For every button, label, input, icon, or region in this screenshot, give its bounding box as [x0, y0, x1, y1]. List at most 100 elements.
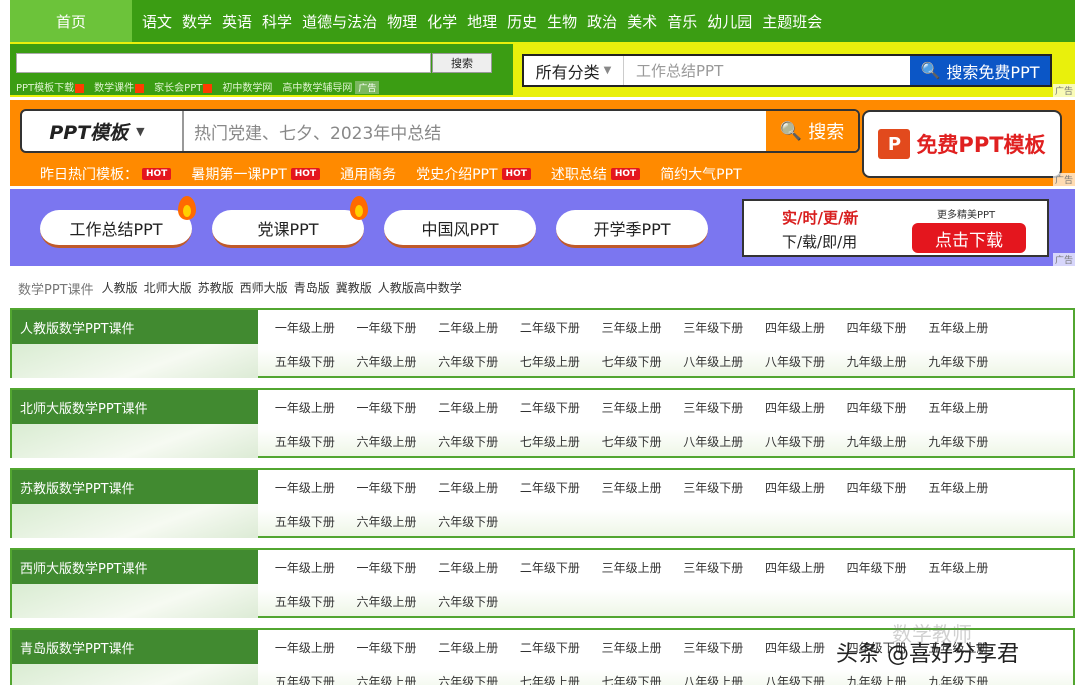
- grade-link[interactable]: 四年级上册: [754, 630, 836, 664]
- grade-link[interactable]: 五年级上册: [918, 470, 1000, 504]
- grade-link[interactable]: 九年级下册: [918, 424, 1000, 458]
- grade-link[interactable]: 二年级下册: [509, 550, 591, 584]
- version-link[interactable]: 人教版: [102, 279, 138, 298]
- hot-link[interactable]: 党史介绍PPT HOT: [416, 164, 531, 184]
- nav-item[interactable]: 政治: [587, 11, 617, 32]
- template-category-select[interactable]: PPT模板 ▼: [22, 111, 172, 151]
- grade-link[interactable]: 四年级上册: [754, 310, 836, 344]
- download-button[interactable]: 点击下载: [912, 223, 1026, 253]
- grade-link[interactable]: 七年级下册: [591, 664, 673, 685]
- version-link[interactable]: 苏教版: [198, 279, 234, 298]
- download-ad[interactable]: 实/时/更/新 下/载/即/用 更多精美PPT 点击下载: [742, 199, 1049, 257]
- nav-item[interactable]: 生物: [547, 11, 577, 32]
- grade-link[interactable]: 七年级上册: [509, 344, 591, 378]
- grade-link[interactable]: 六年级下册: [427, 584, 509, 618]
- grade-link[interactable]: 二年级下册: [509, 470, 591, 504]
- template-search-button[interactable]: 🔍 搜索: [766, 111, 858, 151]
- nav-item[interactable]: 美术: [627, 11, 657, 32]
- grade-link[interactable]: 五年级上册: [918, 310, 1000, 344]
- version-link[interactable]: 青岛版: [294, 279, 330, 298]
- grade-link[interactable]: 三年级下册: [672, 550, 754, 584]
- grade-link[interactable]: 三年级上册: [591, 390, 673, 424]
- grade-link[interactable]: 四年级上册: [754, 390, 836, 424]
- grade-link[interactable]: 四年级上册: [754, 470, 836, 504]
- grade-link[interactable]: 六年级上册: [346, 504, 428, 538]
- quick-link[interactable]: 数学课件: [94, 79, 145, 94]
- quick-link[interactable]: 高中数学辅导网 广告: [282, 79, 380, 94]
- grade-link[interactable]: 五年级下册: [264, 504, 346, 538]
- grade-link[interactable]: 八年级下册: [754, 424, 836, 458]
- grade-link[interactable]: 一年级上册: [264, 390, 346, 424]
- grade-link[interactable]: 一年级上册: [264, 630, 346, 664]
- grade-link[interactable]: 二年级上册: [427, 470, 509, 504]
- pill-button[interactable]: 工作总结PPT: [40, 196, 196, 248]
- grade-link[interactable]: 四年级下册: [836, 550, 918, 584]
- version-link[interactable]: 西师大版: [240, 279, 288, 298]
- site-search-button[interactable]: 搜索: [432, 53, 492, 73]
- version-link[interactable]: 人教版高中数学: [378, 279, 462, 298]
- grade-link[interactable]: 八年级下册: [754, 344, 836, 378]
- grade-link[interactable]: 五年级下册: [264, 424, 346, 458]
- grade-link[interactable]: 八年级上册: [672, 664, 754, 685]
- grade-link[interactable]: 一年级下册: [346, 390, 428, 424]
- grade-link[interactable]: 三年级下册: [672, 390, 754, 424]
- grade-link[interactable]: 九年级下册: [918, 344, 1000, 378]
- grade-link[interactable]: 三年级上册: [591, 310, 673, 344]
- grade-link[interactable]: 六年级上册: [346, 664, 428, 685]
- grade-link[interactable]: 九年级上册: [836, 424, 918, 458]
- grade-link[interactable]: 三年级上册: [591, 550, 673, 584]
- grade-link[interactable]: 三年级下册: [672, 310, 754, 344]
- nav-item[interactable]: 音乐: [667, 11, 697, 32]
- grade-link[interactable]: 二年级下册: [509, 630, 591, 664]
- grade-link[interactable]: 七年级上册: [509, 664, 591, 685]
- hot-link[interactable]: 昨日热门模板： HOT: [40, 164, 172, 184]
- grade-link[interactable]: 一年级下册: [346, 630, 428, 664]
- grade-link[interactable]: 三年级上册: [591, 470, 673, 504]
- grade-link[interactable]: 九年级上册: [836, 344, 918, 378]
- nav-item[interactable]: 道德与法治: [302, 11, 377, 32]
- grade-link[interactable]: 一年级上册: [264, 550, 346, 584]
- grade-link[interactable]: 六年级上册: [346, 424, 428, 458]
- version-link[interactable]: 北师大版: [144, 279, 192, 298]
- pill-button[interactable]: 中国风PPT: [384, 210, 536, 248]
- section-header[interactable]: 人教版数学PPT课件: [12, 310, 258, 344]
- grade-link[interactable]: 六年级上册: [346, 584, 428, 618]
- grade-link[interactable]: 四年级下册: [836, 470, 918, 504]
- grade-link[interactable]: 八年级上册: [672, 344, 754, 378]
- grade-link[interactable]: 八年级下册: [754, 664, 836, 685]
- grade-link[interactable]: 二年级下册: [509, 310, 591, 344]
- grade-link[interactable]: 六年级下册: [427, 424, 509, 458]
- grade-link[interactable]: 一年级下册: [346, 550, 428, 584]
- nav-home[interactable]: 首页: [10, 0, 132, 42]
- grade-link[interactable]: 五年级上册: [918, 390, 1000, 424]
- grade-link[interactable]: 七年级下册: [591, 344, 673, 378]
- section-header[interactable]: 北师大版数学PPT课件: [12, 390, 258, 424]
- nav-item[interactable]: 历史: [507, 11, 537, 32]
- grade-link[interactable]: 八年级上册: [672, 424, 754, 458]
- quick-link[interactable]: PPT模板下载: [16, 79, 85, 94]
- hot-link[interactable]: 简约大气PPT: [660, 164, 741, 184]
- quick-link[interactable]: 初中数学网: [222, 79, 272, 94]
- grade-link[interactable]: 一年级上册: [264, 470, 346, 504]
- hot-link[interactable]: 述职总结 HOT: [551, 164, 641, 184]
- grade-link[interactable]: 六年级下册: [427, 504, 509, 538]
- section-header[interactable]: 苏教版数学PPT课件: [12, 470, 258, 504]
- grade-link[interactable]: 三年级下册: [672, 630, 754, 664]
- grade-link[interactable]: 一年级下册: [346, 310, 428, 344]
- nav-item[interactable]: 地理: [467, 11, 497, 32]
- grade-link[interactable]: 二年级上册: [427, 310, 509, 344]
- grade-link[interactable]: 七年级上册: [509, 424, 591, 458]
- grade-link[interactable]: 四年级下册: [836, 390, 918, 424]
- version-link[interactable]: 冀教版: [336, 279, 372, 298]
- hot-link[interactable]: 通用商务: [340, 164, 396, 184]
- grade-link[interactable]: 六年级下册: [427, 344, 509, 378]
- grade-link[interactable]: 三年级下册: [672, 470, 754, 504]
- template-search-input[interactable]: 热门党建、七夕、2023年中总结: [182, 111, 441, 151]
- nav-item[interactable]: 化学: [427, 11, 457, 32]
- grade-link[interactable]: 四年级下册: [836, 310, 918, 344]
- grade-link[interactable]: 一年级上册: [264, 310, 346, 344]
- hot-link[interactable]: 暑期第一课PPT HOT: [191, 164, 321, 184]
- grade-link[interactable]: 二年级上册: [427, 550, 509, 584]
- grade-link[interactable]: 六年级上册: [346, 344, 428, 378]
- grade-link[interactable]: 二年级下册: [509, 390, 591, 424]
